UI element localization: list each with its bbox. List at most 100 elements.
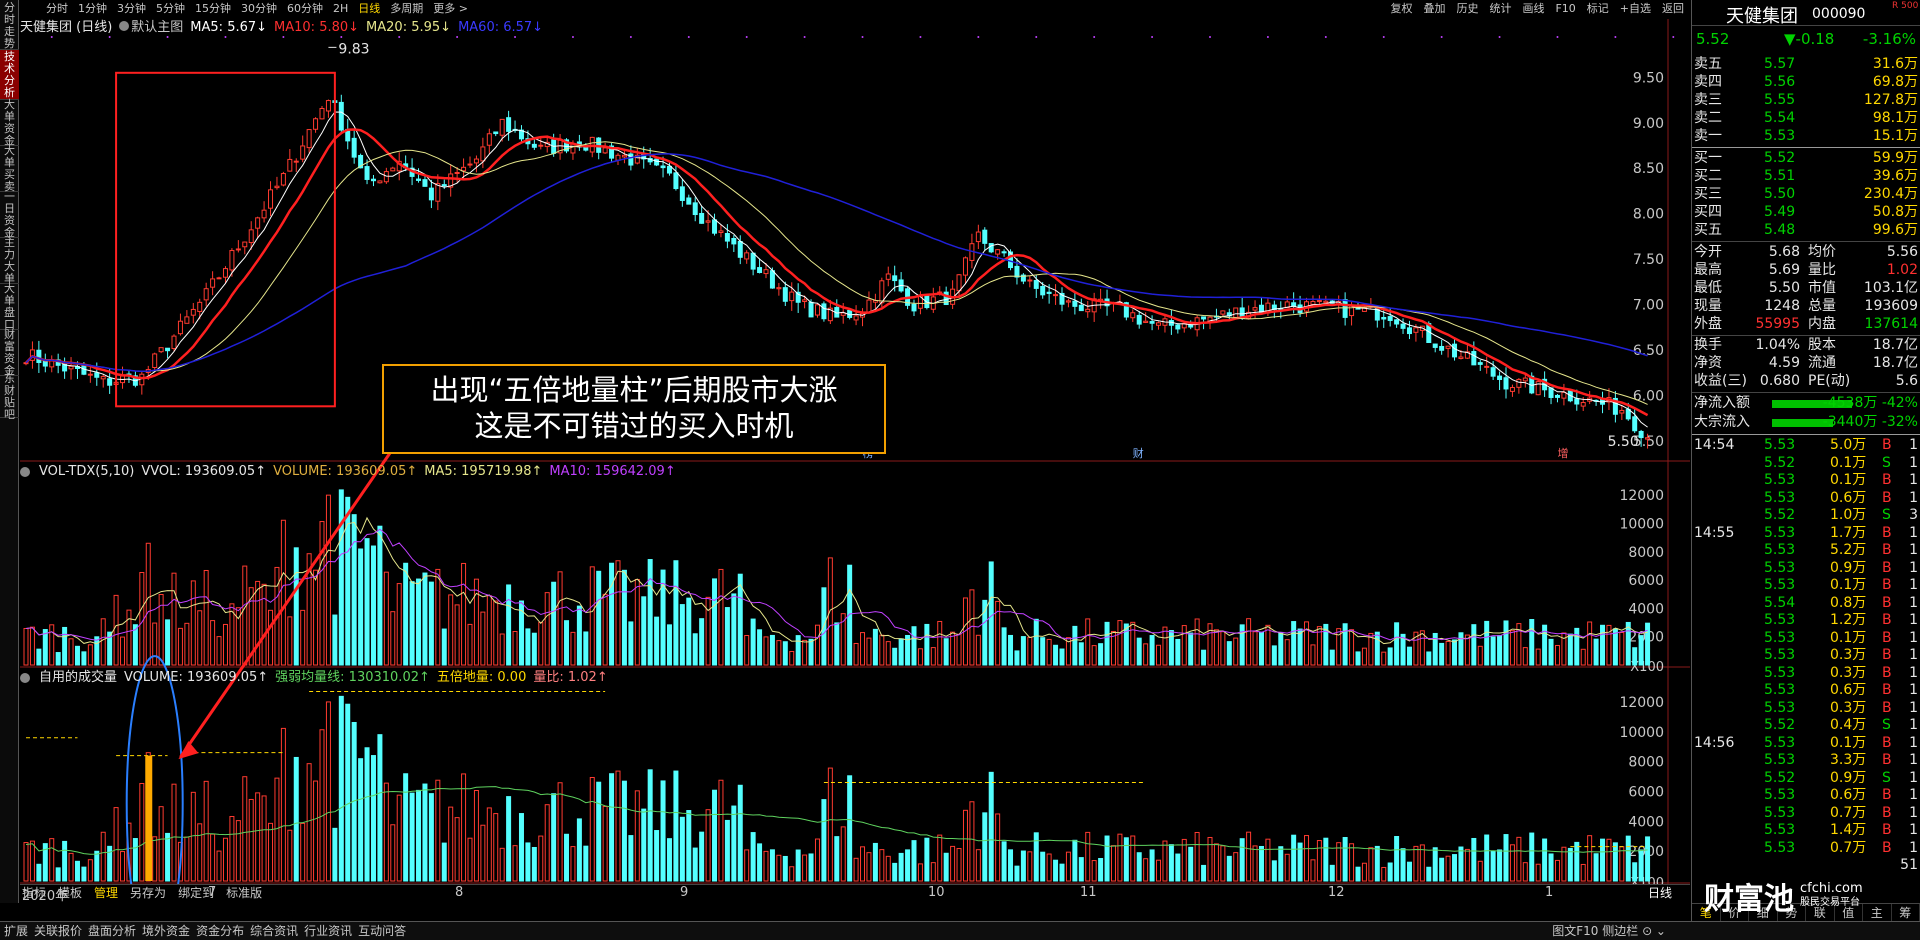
tick-side: B <box>1882 629 1892 646</box>
candle-body <box>699 212 705 224</box>
custom-volume-bar <box>242 776 248 882</box>
left-tab-4[interactable]: 一日资金 <box>0 190 19 238</box>
left-tab-0[interactable]: 分时走势 <box>0 1 19 50</box>
left-tab-2[interactable]: 大单资金 <box>0 98 19 146</box>
custom-volume-bar <box>699 831 705 882</box>
row-label: 买一 <box>1694 150 1722 166</box>
period-9[interactable]: 多周期 <box>390 0 423 18</box>
row-label: 卖三 <box>1694 92 1722 108</box>
stat-label: 流通 <box>1808 355 1836 371</box>
period-5[interactable]: 30分钟 <box>241 0 277 18</box>
indicator-tab-5[interactable]: 标准版 <box>226 885 262 902</box>
vol-volume-bar <box>1342 623 1348 666</box>
bottom-link-1[interactable]: 关联报价 <box>34 922 82 940</box>
price-change: ▼-0.18 <box>1784 30 1835 48</box>
period-6[interactable]: 60分钟 <box>287 0 323 18</box>
bottom-link-2[interactable]: 盘面分析 <box>88 922 136 940</box>
candle-body <box>287 158 293 172</box>
custom-volume-bar <box>422 783 428 882</box>
tick-count: 1 <box>1909 594 1918 611</box>
period-2[interactable]: 3分钟 <box>117 0 146 18</box>
left-tab-3[interactable]: 大单买卖 <box>0 144 19 192</box>
vol-volume-bar <box>1181 625 1187 666</box>
vol-ma5: MA5: 195719.98↑ <box>424 464 543 479</box>
tick-count: 1 <box>1909 734 1918 751</box>
toolbar-action-0[interactable]: 复权 <box>1390 0 1412 18</box>
signal-dot <box>1209 36 1211 38</box>
period-8[interactable]: 日线 <box>358 0 380 18</box>
vol-volume-bar <box>1593 638 1599 666</box>
indicator-tab-2[interactable]: 管理 <box>94 885 118 902</box>
signal-dot <box>1614 36 1617 38</box>
period-1[interactable]: 1分钟 <box>78 0 107 18</box>
custom-volume-bar <box>860 846 866 882</box>
tick-count: 1 <box>1909 752 1918 768</box>
flow-label: 大宗流入 <box>1694 414 1750 430</box>
indicator-name: 默认主图 <box>131 20 184 35</box>
period-10[interactable]: 更多 > <box>433 0 468 18</box>
custom-volume-bar <box>248 798 254 882</box>
indicator-tab-1[interactable]: 模板 <box>58 885 82 902</box>
tick-price: 5.53 <box>1764 734 1796 751</box>
custom-volume-bar <box>358 758 364 882</box>
period-4[interactable]: 15分钟 <box>195 0 231 18</box>
vol-indicator-name[interactable]: VOL-TDX(5,10) <box>39 463 134 481</box>
vol-volume-bar <box>1600 624 1606 666</box>
toolbar-action-1[interactable]: 叠加 <box>1423 0 1445 18</box>
toolbar-action-5[interactable]: F10 <box>1555 0 1575 18</box>
custom-volume-bar <box>1181 838 1187 882</box>
period-0[interactable]: 分时 <box>46 0 68 18</box>
toolbar-action-2[interactable]: 历史 <box>1456 0 1478 18</box>
custom-volume-bar <box>518 813 524 882</box>
candle-body <box>988 243 994 253</box>
toolbar-action-6[interactable]: 标记 <box>1587 0 1609 18</box>
custom-volume-bar <box>1168 844 1174 882</box>
vol-volume-bar <box>1374 631 1380 666</box>
custom-volume-bar <box>1413 845 1419 882</box>
left-tab-1[interactable]: 技术分析 <box>0 50 19 100</box>
bottom-link-0[interactable]: 扩展 <box>4 922 28 940</box>
toolbar-action-3[interactable]: 统计 <box>1489 0 1511 18</box>
period-7[interactable]: 2H <box>333 0 348 18</box>
candle-body <box>152 353 158 369</box>
custom-volume-bar <box>274 777 280 882</box>
custom-volume-bar <box>641 808 647 882</box>
settings-dot-icon[interactable] <box>20 467 30 477</box>
bottom-link-6[interactable]: 行业资讯 <box>304 922 352 940</box>
vol-volume-bar <box>1014 650 1020 666</box>
period-label[interactable]: 日线 <box>1648 885 1672 902</box>
bottom-link-5[interactable]: 综合资讯 <box>250 922 298 940</box>
custom-volume-bar <box>68 852 74 882</box>
side-panel-toggle[interactable]: 图文F10 侧边栏 ⊙ ⌄ <box>1552 922 1666 940</box>
bottom-link-3[interactable]: 境外资金 <box>142 922 190 940</box>
left-tab-8[interactable]: 东财贴吧 <box>0 372 19 420</box>
custom-volume-bar <box>782 855 788 882</box>
left-tab-5[interactable]: 主力大单 <box>0 236 19 284</box>
chart-area[interactable]: 9.50 9.00 8.50 8.00 7.50 7.00 6.50 6.00 5.50 1200… <box>20 19 1690 904</box>
indicator-tab-4[interactable]: 绑定到 <box>178 885 214 902</box>
custom-volume-bar <box>506 796 512 882</box>
toolbar-action-4[interactable]: 画线 <box>1522 0 1544 18</box>
indicator-tab-0[interactable]: 指标 <box>22 885 46 902</box>
custom-volume-bar <box>795 849 801 882</box>
custom-volume-bar <box>982 812 988 882</box>
custom-volume-bar <box>113 807 119 882</box>
bottom-link-7[interactable]: 互动问答 <box>358 922 406 940</box>
tick-price: 5.53 <box>1764 822 1796 838</box>
tick-count: 1 <box>1909 822 1918 838</box>
vol-volume-bar <box>1053 644 1059 666</box>
period-3[interactable]: 5分钟 <box>156 0 185 18</box>
toolbar-action-8[interactable]: 返回 <box>1662 0 1684 18</box>
bottom-link-4[interactable]: 资金分布 <box>196 922 244 940</box>
settings-dot-icon[interactable] <box>20 673 30 683</box>
row-label: 买五 <box>1694 222 1722 238</box>
indicator-selector[interactable]: 默认主图 <box>119 19 183 37</box>
left-tab-7[interactable]: 财富资金 <box>0 328 19 376</box>
toolbar-action-7[interactable]: +自选 <box>1620 0 1651 18</box>
vol-volume-bar <box>1329 649 1335 666</box>
indicator-tab-3[interactable]: 另存为 <box>130 885 166 902</box>
vol-volume-bar <box>480 611 486 666</box>
custom-indicator-name[interactable]: 自用的成交量 <box>39 669 117 687</box>
custom-volume-bar <box>1072 839 1078 882</box>
left-tab-6[interactable]: 大单盘口 <box>0 282 19 330</box>
